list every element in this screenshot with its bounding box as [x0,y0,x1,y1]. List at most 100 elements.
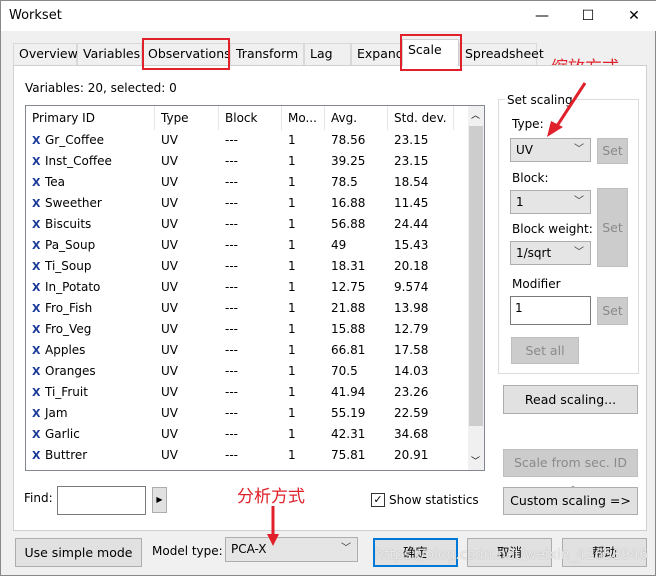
table-row[interactable]: X Apples UV --- 1 66.81 17.58 [26,340,466,361]
variable-x-icon: X [32,428,41,441]
vertical-scrollbar[interactable]: ︿ ﹀ [468,106,484,470]
modifier-label: Modifier [512,277,561,291]
table-cell: 66.81 [331,343,366,357]
table-row[interactable]: X Ti_Soup UV --- 1 18.31 20.18 [26,256,466,277]
table-cell: 78.56 [331,133,366,147]
type-select[interactable]: UV ﹀ [510,138,591,162]
model-type-select[interactable]: PCA-X ﹀ [225,537,358,562]
annotation-arrow-icon [267,506,279,546]
table-cell: 1 [288,448,296,462]
table-cell: 1 [288,301,296,315]
table-cell: UV [161,280,178,294]
block-weight-select[interactable]: 1/sqrt ﹀ [510,241,591,265]
find-input[interactable] [57,486,146,515]
table-cell: 49 [331,238,347,252]
tab-lag[interactable]: Lag [304,43,351,65]
table-cell: 18.54 [394,175,429,189]
variable-x-icon: X [32,449,41,462]
block-weight-value: 1/sqrt [516,246,552,260]
tab-variables[interactable]: Variables [77,43,142,65]
minimize-button[interactable]: — [519,1,565,31]
table-row[interactable]: X Fro_Fish UV --- 1 21.88 13.98 [26,298,466,319]
column-header[interactable]: Block [219,106,282,130]
show-statistics-checkbox[interactable]: ✓ [371,493,385,507]
find-label: Find: [24,491,53,505]
table-cell: UV [161,406,178,420]
table-cell: 1 [288,427,296,441]
table-cell: Ti_Fruit [45,385,88,399]
column-header[interactable]: Std. dev. [388,106,454,130]
table-row[interactable]: X Gr_Coffee UV --- 1 78.56 23.15 [26,130,466,151]
table-cell: --- [225,385,238,399]
table-row[interactable]: X In_Potato UV --- 1 12.75 9.574 [26,277,466,298]
read-scaling-button[interactable]: Read scaling... [503,385,638,414]
block-value: 1 [516,195,524,209]
scroll-up-icon[interactable]: ︿ [471,108,480,121]
block-select[interactable]: 1 ﹀ [510,190,591,214]
variables-list[interactable]: Primary ID Type Block Mo... Avg. Std. dev. XG… [25,105,485,471]
block-weight-label: Block weight: [512,222,593,236]
table-cell: --- [225,154,238,168]
table-row[interactable]: X Fro_Veg UV --- 1 15.88 12.79 [26,319,466,340]
table-cell: Tea [45,175,66,189]
close-button[interactable]: ✕ [611,1,656,31]
table-cell: Garlic [45,427,80,441]
table-row[interactable]: X Biscuits UV --- 1 56.88 24.44 [26,214,466,235]
table-cell: 23.26 [394,385,429,399]
column-header[interactable]: Primary ID [26,106,155,130]
tab-overview[interactable]: Overview [13,43,78,65]
table-row[interactable]: X Jam UV --- 1 55.19 22.59 [26,403,466,424]
table-row[interactable]: X Tea UV --- 1 78.5 18.54 [26,172,466,193]
table-cell: 17.58 [394,343,429,357]
variable-x-icon: X [32,344,41,357]
table-cell: 11.45 [394,196,429,210]
table-cell: UV [161,364,178,378]
find-next-icon[interactable]: ▶ [152,487,167,513]
annotation-box-scale [400,34,462,71]
table-cell: 13.98 [394,301,429,315]
variable-x-icon: X [32,176,41,189]
table-cell: --- [225,301,238,315]
table-cell: 12.75 [331,280,366,294]
table-cell: UV [161,259,178,273]
table-row[interactable]: X Pa_Soup UV --- 1 49 15.43 [26,235,466,256]
table-cell: 56.88 [331,217,366,231]
table-cell: 23.15 [394,133,429,147]
set-type-button[interactable]: Set [597,138,628,164]
table-cell: UV [161,322,178,336]
table-cell: 14.03 [394,364,429,378]
table-cell: Sweether [45,196,102,210]
table-cell: 78.5 [331,175,358,189]
tab-transform[interactable]: Transform [230,43,304,65]
scale-from-sec-id-button[interactable]: Scale from sec. ID => [503,449,638,496]
modifier-input[interactable]: 1 [510,296,591,325]
scrollbar-thumb[interactable] [469,126,483,426]
table-cell: --- [225,238,238,252]
table-cell: UV [161,385,178,399]
scroll-down-icon[interactable]: ﹀ [471,454,480,467]
column-header[interactable]: Avg. [325,106,388,130]
variable-x-icon: X [32,260,41,273]
table-row[interactable]: X Inst_Coffee UV --- 1 39.25 23.15 [26,151,466,172]
table-row[interactable]: X Sweether UV --- 1 16.88 11.45 [26,193,466,214]
column-header[interactable]: Mo... [282,106,325,130]
set-all-button[interactable]: Set all [511,337,579,364]
table-row[interactable]: X Ti_Fruit UV --- 1 41.94 23.26 [26,382,466,403]
variable-x-icon: X [32,155,41,168]
tab-expand[interactable]: Expand [351,43,404,65]
use-simple-mode-button[interactable]: Use simple mode [15,538,142,567]
maximize-button[interactable]: ☐ [565,1,611,31]
variable-x-icon: X [32,281,41,294]
table-cell: --- [225,364,238,378]
table-cell: 22.59 [394,406,429,420]
set-modifier-button[interactable]: Set [597,297,628,325]
table-row[interactable]: X Garlic UV --- 1 42.31 34.68 [26,424,466,445]
table-row[interactable]: X Oranges UV --- 1 70.5 14.03 [26,361,466,382]
table-cell: 1 [288,154,296,168]
set-block-button[interactable]: Set [597,188,628,267]
table-row[interactable]: X Buttrer UV --- 1 75.81 20.91 [26,445,466,466]
custom-scaling-button[interactable]: Custom scaling => [503,487,638,515]
tab-spreadsheet[interactable]: Spreadsheet [459,43,544,65]
table-cell: 20.91 [394,448,429,462]
column-header[interactable]: Type [155,106,219,130]
